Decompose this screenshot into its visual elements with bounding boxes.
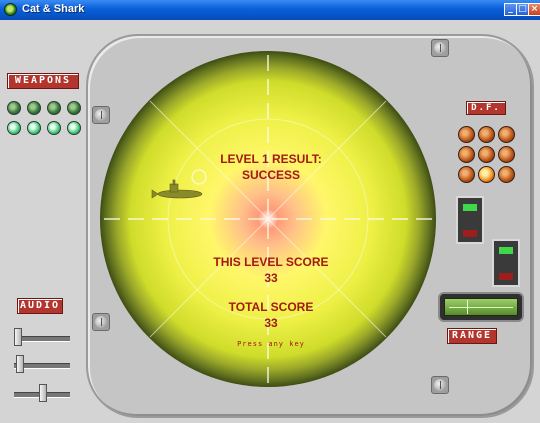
df-light: [498, 166, 515, 183]
range-baseline: [449, 307, 513, 308]
audio-slider-1-track: [14, 336, 70, 342]
result-line-2: SUCCESS: [241, 168, 300, 182]
df-light: [478, 146, 495, 163]
weapon-light: [7, 121, 21, 135]
audio-slider-1-knob[interactable]: [14, 328, 22, 346]
result-line-1: LEVEL 1 RESULT:: [220, 152, 322, 166]
total-score-value: 33: [264, 316, 278, 330]
press-any-key-prompt: Press any key: [237, 340, 305, 348]
window-title: Cat & Shark: [22, 3, 85, 15]
df-light: [498, 146, 515, 163]
df-light: [458, 146, 475, 163]
range-meter: [438, 292, 524, 322]
df-light: [478, 166, 495, 183]
range-display: [444, 298, 518, 316]
app-icon: [4, 3, 17, 16]
game-window: Cat & Shark _ □ × WEAPONS AUDIO LEVEL 1 …: [0, 0, 540, 423]
audio-slider-2-knob[interactable]: [16, 355, 24, 373]
weapon-light: [47, 101, 61, 115]
game-area[interactable]: WEAPONS AUDIO LEVEL 1 RESULT: SUCCESS TH…: [0, 20, 540, 423]
weapon-light: [27, 101, 41, 115]
df-light: [458, 166, 475, 183]
gauge-green-lamp: [463, 204, 477, 211]
total-score-label: TOTAL SCORE: [228, 300, 314, 314]
df-light: [458, 126, 475, 143]
gauge-red-bar: [499, 273, 513, 280]
df-light: [498, 126, 515, 143]
weapon-light: [7, 101, 21, 115]
weapons-label: WEAPONS: [7, 73, 79, 89]
df-light: [478, 126, 495, 143]
audio-label: AUDIO: [17, 298, 63, 314]
weapon-light: [67, 101, 81, 115]
radar-screen[interactable]: [98, 49, 438, 389]
level-score-label: THIS LEVEL SCORE: [213, 255, 329, 269]
weapon-light: [47, 121, 61, 135]
gauge-green-lamp: [499, 247, 513, 254]
title-bar[interactable]: Cat & Shark _ □ ×: [0, 0, 540, 20]
weapon-light: [67, 121, 81, 135]
close-button[interactable]: ×: [528, 3, 540, 16]
range-label: RANGE: [447, 328, 497, 344]
gauge-red-bar: [463, 230, 477, 237]
depth-gauge-1: [456, 196, 484, 244]
audio-slider-3-knob[interactable]: [39, 384, 47, 402]
level-score-value: 33: [264, 271, 278, 285]
df-label: D.F.: [466, 101, 506, 115]
weapon-light: [27, 121, 41, 135]
depth-gauge-2: [492, 239, 520, 287]
